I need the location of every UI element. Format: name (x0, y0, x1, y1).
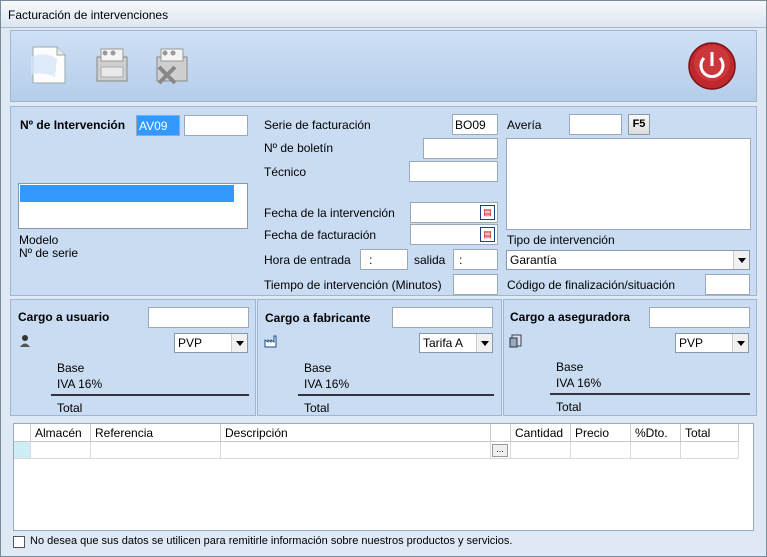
user-icon (20, 335, 30, 347)
entry-time-input[interactable]: : (360, 249, 408, 270)
power-icon[interactable] (687, 41, 737, 91)
print-icon[interactable] (89, 43, 133, 87)
charge-manufacturer-rate-value: Tarifa A (423, 336, 464, 350)
model-label: Modelo (19, 233, 59, 247)
grid-header-cantidad[interactable]: Cantidad (511, 424, 571, 442)
charge-user-total-label: Total (57, 401, 83, 415)
table-cell[interactable] (221, 442, 491, 459)
intervention-type-select[interactable]: Garantía (506, 250, 750, 270)
chevron-down-icon[interactable] (732, 334, 748, 352)
serial-number-label: Nº de serie (19, 246, 79, 260)
chevron-down-icon[interactable] (733, 251, 749, 269)
intervention-date-input[interactable]: ▤ (410, 202, 498, 223)
grid-corner (14, 424, 31, 442)
fault-description-textarea[interactable] (506, 138, 751, 230)
factory-icon (264, 335, 277, 348)
technician-label: Técnico (264, 165, 307, 179)
table-cell[interactable] (571, 442, 631, 459)
insurance-icon (509, 334, 522, 348)
items-grid[interactable]: Almacén Referencia Descripción Cantidad … (13, 423, 754, 531)
intervention-number-input[interactable]: AV09 (136, 115, 180, 136)
divider (298, 394, 494, 396)
charge-user-base-label: Base (57, 361, 85, 375)
grid-header-precio[interactable]: Precio (571, 424, 631, 442)
table-cell[interactable] (31, 442, 91, 459)
charge-manufacturer-base-label: Base (304, 361, 332, 375)
privacy-checkbox[interactable] (13, 536, 25, 548)
charge-manufacturer-title: Cargo a fabricante (265, 311, 371, 325)
intervention-time-input[interactable] (453, 274, 498, 295)
delete-print-icon[interactable] (149, 43, 193, 87)
fault-label: Avería (507, 118, 542, 132)
toolbar (10, 30, 757, 102)
grid-header-dto[interactable]: %Dto. (631, 424, 681, 442)
grid-header-almacen[interactable]: Almacén (31, 424, 91, 442)
table-cell: ... (491, 442, 511, 459)
intervention-date-label: Fecha de la intervención (264, 206, 395, 220)
intervention-number-label: Nº de Intervención (20, 118, 126, 132)
charge-insurer-input[interactable] (649, 307, 750, 328)
charge-user-iva-label: IVA 16% (57, 377, 103, 391)
chevron-down-icon[interactable] (476, 334, 492, 352)
charge-manufacturer-input[interactable] (392, 307, 493, 328)
grid-header-referencia[interactable]: Referencia (91, 424, 221, 442)
new-document-icon[interactable] (27, 43, 71, 87)
exit-time-input[interactable]: : (453, 249, 498, 270)
billing-date-label: Fecha de facturación (264, 228, 377, 242)
window-title: Facturación de intervenciones (8, 8, 169, 22)
intervention-time-label: Tiempo de intervención (Minutos) (264, 278, 442, 292)
charge-user-rate-select[interactable]: PVP (174, 333, 248, 353)
chevron-down-icon[interactable] (231, 334, 247, 352)
bulletin-number-label: Nº de boletín (264, 141, 334, 155)
completion-code-label: Código de finalización/situación (507, 278, 676, 292)
titlebar: Facturación de intervenciones (1, 1, 766, 28)
ellipsis-button[interactable]: ... (492, 444, 508, 457)
calendar-icon[interactable]: ▤ (480, 227, 495, 242)
divider (550, 393, 750, 395)
table-cell[interactable] (511, 442, 571, 459)
charge-insurer-title: Cargo a aseguradora (510, 310, 631, 324)
charge-user-rate-value: PVP (178, 336, 203, 350)
grid-header-blank (491, 424, 511, 442)
table-cell[interactable] (631, 442, 681, 459)
charge-manufacturer-iva-label: IVA 16% (304, 377, 350, 391)
billing-series-input[interactable]: BO09 (452, 114, 498, 135)
billing-series-label: Serie de facturación (264, 118, 371, 132)
intervention-number-extra-input[interactable] (184, 115, 248, 136)
charge-insurer-iva-label: IVA 16% (556, 376, 602, 390)
entry-time-label: Hora de entrada (264, 253, 351, 267)
charge-user-input[interactable] (148, 307, 249, 328)
fault-code-input[interactable] (569, 114, 622, 135)
charge-insurer-rate-select[interactable]: PVP (675, 333, 749, 353)
grid-header-total[interactable]: Total (681, 424, 739, 442)
table-cell[interactable] (91, 442, 221, 459)
charge-manufacturer-total-label: Total (304, 401, 330, 415)
charge-insurer-total-label: Total (556, 400, 582, 414)
charge-insurer-base-label: Base (556, 360, 584, 374)
grid-header-descripcion[interactable]: Descripción (221, 424, 491, 442)
divider (51, 394, 249, 396)
model-list[interactable] (18, 183, 248, 229)
intervention-type-label: Tipo de intervención (507, 233, 615, 247)
technician-input[interactable] (409, 161, 498, 182)
model-list-selected-item[interactable] (20, 185, 234, 202)
privacy-checkbox-label: No desea que sus datos se utilicen para … (30, 535, 513, 547)
charge-insurer-rate-value: PVP (679, 336, 704, 350)
table-cell[interactable] (681, 442, 739, 459)
billing-date-input[interactable]: ▤ (410, 224, 498, 245)
completion-code-input[interactable] (705, 274, 750, 295)
bulletin-number-input[interactable] (423, 138, 498, 159)
table-row-selector[interactable] (14, 442, 31, 459)
charge-user-title: Cargo a usuario (18, 310, 110, 324)
exit-time-label: salida (414, 253, 446, 267)
charge-manufacturer-rate-select[interactable]: Tarifa A (419, 333, 493, 353)
calendar-icon[interactable]: ▤ (480, 205, 495, 220)
intervention-type-value: Garantía (510, 253, 557, 267)
f5-button[interactable]: F5 (628, 114, 650, 135)
main-window: Facturación de intervenciones Nº de Inte… (0, 0, 767, 557)
